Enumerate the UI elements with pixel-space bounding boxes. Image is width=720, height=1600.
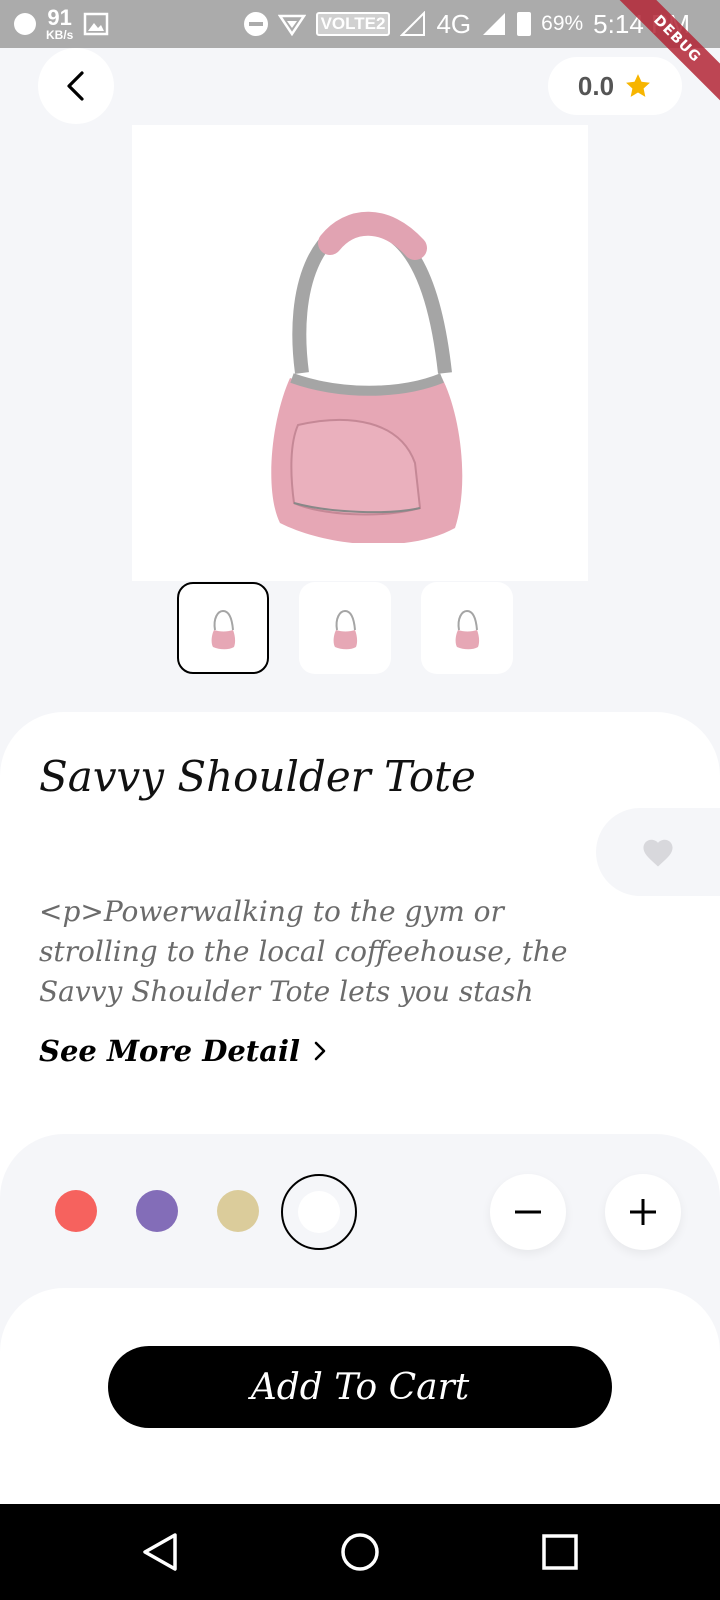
heart-icon xyxy=(643,839,673,867)
speed-value: 91 xyxy=(47,5,72,30)
hotspot-icon xyxy=(277,14,306,36)
bag-thumbnail-icon xyxy=(211,609,236,650)
bag-thumbnail-icon xyxy=(455,609,480,650)
rating-value: 0.0 xyxy=(577,70,615,101)
rating-chip: 0.0 xyxy=(548,57,682,115)
system-nav-bar xyxy=(0,1504,720,1600)
network-type: 4G xyxy=(436,8,472,39)
screen-record-icon xyxy=(14,13,36,35)
decrement-button[interactable] xyxy=(490,1174,566,1250)
circle-home-icon xyxy=(341,1533,379,1571)
thumbnail-3[interactable] xyxy=(421,582,513,674)
signal-icon-2 xyxy=(483,13,506,35)
nav-home-button[interactable] xyxy=(340,1532,380,1572)
favorite-button[interactable] xyxy=(596,808,720,896)
network-speed: 91 KB/s xyxy=(46,5,74,42)
nav-recents-button[interactable] xyxy=(540,1532,580,1572)
color-swatch-gold[interactable] xyxy=(217,1190,259,1232)
star-icon xyxy=(626,74,650,97)
product-image xyxy=(132,125,588,581)
color-swatch-white-selected[interactable] xyxy=(281,1174,357,1250)
product-title: Savvy Shoulder Tote xyxy=(39,752,476,801)
thumbnail-strip xyxy=(177,582,513,674)
signal-icon-1 xyxy=(400,11,426,36)
color-swatch-purple[interactable] xyxy=(136,1190,178,1232)
carrier-badge: VOLTE2 xyxy=(315,12,391,36)
back-button[interactable] xyxy=(38,48,114,124)
color-swatch-red[interactable] xyxy=(55,1190,97,1232)
increment-button[interactable] xyxy=(605,1174,681,1250)
status-bar: 91 KB/s VOLTE2 4G 69% 5:14 PM xyxy=(0,0,720,48)
nav-back-button[interactable] xyxy=(140,1532,180,1572)
thumbnail-2[interactable] xyxy=(299,582,391,674)
triangle-back-icon xyxy=(143,1533,177,1571)
plus-icon xyxy=(630,1199,656,1225)
battery-percent: 69% xyxy=(541,12,584,35)
shoulder-bag-image xyxy=(271,211,463,543)
square-recents-icon xyxy=(542,1534,578,1570)
speed-unit: KB/s xyxy=(46,28,74,42)
do-not-disturb-icon xyxy=(243,12,268,36)
chevron-right-icon xyxy=(314,1041,326,1061)
see-more-link[interactable]: See More Detail xyxy=(39,1034,326,1068)
battery-icon xyxy=(517,12,532,36)
thumbnail-1[interactable] xyxy=(177,582,269,674)
add-to-cart-button[interactable]: Add To Cart xyxy=(108,1346,612,1428)
bag-thumbnail-icon xyxy=(333,609,358,650)
product-description: <p>Powerwalking to the gym or strolling … xyxy=(39,895,568,1008)
image-icon xyxy=(84,12,109,36)
minus-icon xyxy=(515,1210,541,1214)
chevron-left-icon xyxy=(67,71,84,101)
see-more-label: See More Detail xyxy=(39,1034,301,1068)
